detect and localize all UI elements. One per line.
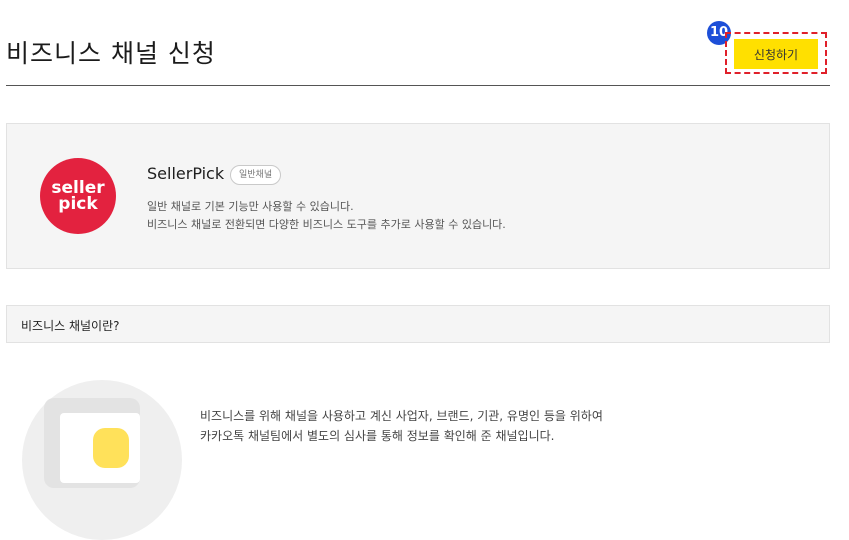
business-channel-info-line1: 비즈니스를 위해 채널을 사용하고 계신 사업자, 브랜드, 기관, 유명인 등… (200, 409, 603, 423)
logo-text-bottom: pick (58, 194, 98, 214)
apply-button[interactable]: 신청하기 (734, 39, 818, 69)
channel-description-line1: 일반 채널로 기본 기능만 사용할 수 있습니다. (147, 200, 354, 213)
channel-name: SellerPick (147, 164, 225, 183)
page-title: 비즈니스 채널 신청 (6, 39, 216, 68)
channel-description-line2: 비즈니스 채널로 전환되면 다양한 비즈니스 도구를 추가로 사용할 수 있습니… (147, 218, 506, 231)
section-header-business-channel: 비즈니스 채널이란? (6, 305, 830, 343)
channel-type-badge: 일반채널 (230, 165, 282, 185)
chat-bubble-icon (93, 428, 129, 468)
title-divider (6, 85, 830, 86)
channel-logo: seller pick (40, 158, 116, 234)
business-channel-info-line2: 카카오톡 채널팀에서 별도의 심사를 통해 정보를 확인해 준 채널입니다. (200, 429, 555, 443)
section-header-title: 비즈니스 채널이란? (21, 319, 120, 333)
channel-profile-card: seller pick SellerPick 일반채널 일반 채널로 기본 기능… (6, 123, 830, 269)
